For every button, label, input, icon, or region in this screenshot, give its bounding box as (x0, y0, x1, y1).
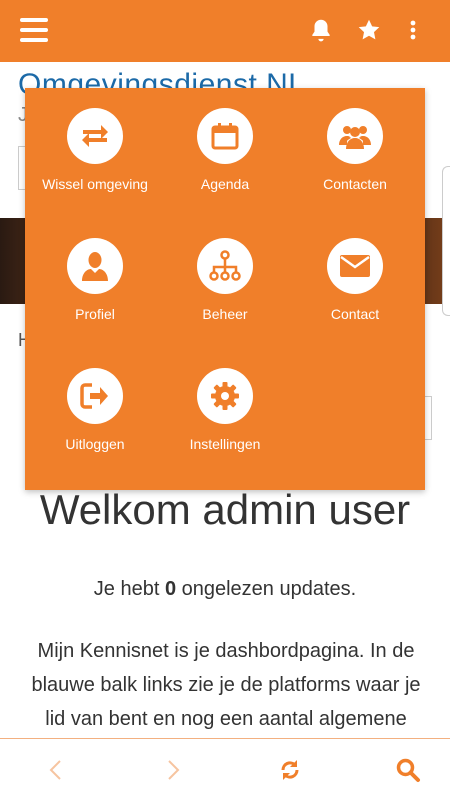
refresh-icon[interactable] (277, 757, 303, 783)
menu-item-profiel[interactable]: Profiel (30, 218, 160, 338)
search-icon[interactable] (395, 757, 421, 783)
menu-item-agenda[interactable]: Agenda (160, 88, 290, 208)
forward-arrow-icon[interactable] (160, 757, 186, 783)
bottom-nav-bar (0, 738, 450, 800)
menu-item-instellingen[interactable]: Instellingen (160, 348, 290, 468)
user-icon (67, 238, 123, 294)
calendar-icon (197, 108, 253, 164)
gear-icon (197, 368, 253, 424)
side-drawer-handle[interactable] (442, 166, 450, 316)
menu-item-label: Beheer (202, 306, 248, 322)
menu-item-label: Profiel (75, 306, 115, 322)
envelope-icon (327, 238, 383, 294)
menu-item-label: Contact (330, 306, 380, 322)
quick-menu: Wissel omgeving Agenda Contacten Profiel… (25, 88, 425, 490)
menu-item-uitloggen[interactable]: Uitloggen (30, 348, 160, 468)
back-arrow-icon[interactable] (43, 757, 69, 783)
users-icon (327, 108, 383, 164)
bell-icon[interactable] (308, 17, 334, 43)
star-icon[interactable] (356, 17, 382, 43)
menu-item-contacten[interactable]: Contacten (290, 88, 420, 208)
menu-item-label: Agenda (200, 176, 250, 192)
welcome-heading: Welkom admin user (39, 486, 411, 533)
menu-item-wissel-omgeving[interactable]: Wissel omgeving (30, 88, 160, 208)
sign-out-icon (67, 368, 123, 424)
unread-updates-text: Je hebt 0 ongelezen updates. (93, 578, 357, 600)
menu-item-label: Wissel omgeving (42, 176, 148, 192)
menu-item-beheer[interactable]: Beheer (160, 218, 290, 338)
top-app-bar (0, 0, 450, 62)
menu-item-label: Contacten (323, 176, 387, 192)
menu-item-label: Instellingen (189, 436, 261, 452)
menu-item-contact[interactable]: Contact (290, 218, 420, 338)
sitemap-icon (197, 238, 253, 294)
swap-arrows-icon (67, 108, 123, 164)
intro-paragraph: Mijn Kennisnet is je dashbordpagina. In … (31, 640, 421, 730)
hamburger-icon[interactable] (20, 18, 48, 42)
more-vertical-icon[interactable] (400, 17, 426, 43)
unread-count: 0 (164, 578, 177, 600)
menu-item-label: Uitloggen (65, 436, 125, 452)
